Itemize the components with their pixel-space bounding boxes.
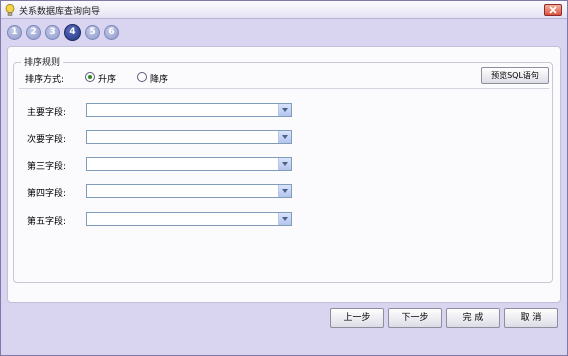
window-title: 关系数据库查询向导 [19,7,101,17]
third-field-select[interactable] [86,157,292,171]
chevron-down-icon[interactable] [278,131,291,143]
close-button[interactable] [544,4,562,16]
step-2: 2 [26,25,41,40]
fourth-field-select[interactable] [86,184,292,198]
step-3: 3 [45,25,60,40]
step-4-current: 4 [64,24,81,41]
sort-rules-legend: 排序规则 [21,55,64,68]
third-field-label: 第三字段: [27,162,67,172]
finish-button[interactable]: 完 成 [446,308,500,328]
primary-field-select[interactable] [86,103,292,117]
chevron-down-icon[interactable] [278,104,291,116]
ascending-radio[interactable] [85,72,95,82]
next-button[interactable]: 下一步 [388,308,442,328]
sort-rules-group [13,62,553,283]
fifth-field-label: 第五字段: [27,217,67,227]
title-bar: 关系数据库查询向导 [1,1,567,19]
descending-radio[interactable] [137,72,147,82]
divider [19,88,549,89]
chevron-down-icon[interactable] [278,185,291,197]
ascending-label[interactable]: 升序 [98,72,116,85]
fifth-field-select[interactable] [86,212,292,226]
primary-field-label: 主要字段: [27,108,67,118]
cancel-button[interactable]: 取 消 [504,308,558,328]
step-5: 5 [85,25,100,40]
chevron-down-icon[interactable] [278,213,291,225]
sort-mode-label: 排序方式: [25,75,65,85]
fourth-field-label: 第四字段: [27,189,67,199]
prev-button[interactable]: 上一步 [330,308,384,328]
preview-sql-button[interactable]: 预览SQL语句 [481,67,549,84]
secondary-field-label: 次要字段: [27,135,67,145]
step-1: 1 [7,25,22,40]
secondary-field-select[interactable] [86,130,292,144]
step-6: 6 [104,25,119,40]
wizard-window: 关系数据库查询向导 1 2 3 4 5 6 排序规则 排序方式: 升序 降序 预… [0,0,568,356]
close-icon [549,6,557,14]
chevron-down-icon[interactable] [278,158,291,170]
bulb-icon [5,4,15,16]
descending-label[interactable]: 降序 [150,72,168,85]
